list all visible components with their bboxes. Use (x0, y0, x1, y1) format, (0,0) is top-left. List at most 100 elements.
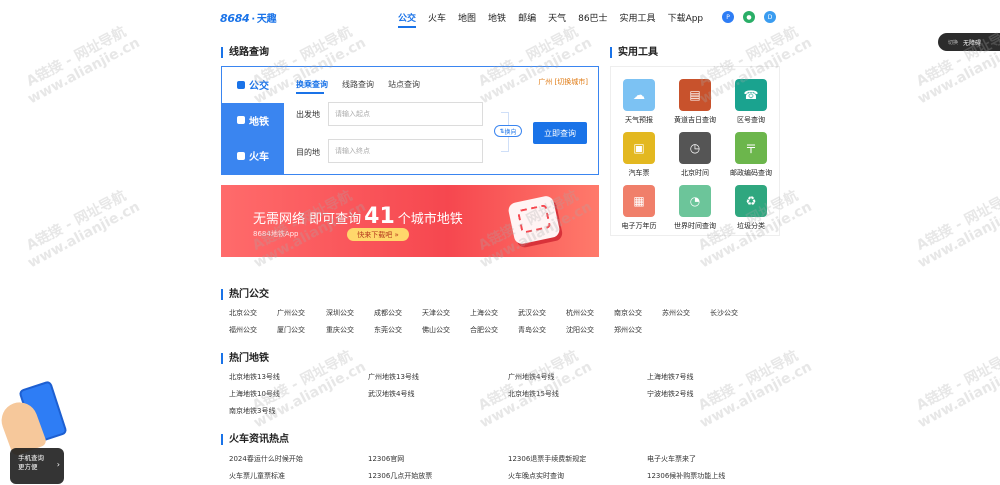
hot-metro-link[interactable]: 宁波地铁2号线 (647, 389, 693, 399)
from-input[interactable]: 请输入起点 (328, 102, 483, 126)
train-news-link[interactable]: 火车晚点实时查询 (508, 471, 564, 481)
hot-metro-link[interactable]: 北京地铁13号线 (229, 372, 280, 382)
banner-headline: 无需网络 即可查询 41 个城市地铁 (253, 204, 463, 229)
hot-metro-link[interactable]: 北京地铁15号线 (508, 389, 559, 399)
tool-almanac[interactable]: ▤ 黄道吉日查询 (667, 79, 723, 125)
mode-tab-bus[interactable]: 公交 (222, 67, 284, 103)
watermark: A链接 - 网址导航 www.alianjie.cn (908, 185, 1000, 271)
tool-area-code[interactable]: ☎ 区号查询 (723, 79, 779, 125)
train-news-link[interactable]: 火车票儿童票标准 (229, 471, 285, 481)
hot-metro-link[interactable]: 武汉地铁4号线 (368, 389, 414, 399)
accessibility-tab[interactable]: 切换 无障碍 (938, 33, 1000, 51)
wechat-icon[interactable]: ● (743, 11, 755, 23)
hot-bus-link[interactable]: 南京公交 (614, 308, 642, 318)
tools-panel: ☁ 天气预报 ▤ 黄道吉日查询 ☎ 区号查询 ▣ 汽车票 ◷ 北京时间 〒 邮政… (610, 66, 780, 236)
tool-bus-ticket[interactable]: ▣ 汽车票 (611, 132, 667, 178)
trash-icon: ♻ (735, 185, 767, 217)
tool-beijing-time[interactable]: ◷ 北京时间 (667, 132, 723, 178)
mode-tab-label: 公交 (249, 81, 269, 93)
nav-tools[interactable]: 实用工具 (620, 11, 656, 24)
train-news-link[interactable]: 电子火车票来了 (647, 454, 696, 464)
hot-bus-link[interactable]: 深圳公交 (326, 308, 354, 318)
watermark-line1: A链接 - 网址导航 (913, 347, 1000, 414)
tool-label: 世界时间查询 (674, 222, 716, 230)
tool-world-time[interactable]: ◔ 世界时间查询 (667, 185, 723, 231)
metro-icon (237, 116, 245, 125)
nav-postcode[interactable]: 邮编 (518, 11, 536, 24)
to-input[interactable]: 请输入终点 (328, 139, 483, 163)
phone-icon: ☎ (735, 79, 767, 111)
tool-postal-code[interactable]: 〒 邮政编码查询 (723, 132, 779, 178)
hot-bus-link[interactable]: 武汉公交 (518, 308, 546, 318)
top-header: 8684 · 天趣 公交 火车 地图 地铁 邮编 天气 86巴士 实用工具 下载Ap… (0, 0, 1000, 34)
train-news-link[interactable]: 12306候补购票功能上线 (647, 471, 725, 481)
from-label: 出发地 (296, 110, 320, 119)
train-news-title: 火车资讯热点 (221, 434, 289, 445)
subtab-transfer[interactable]: 换乘查询 (296, 79, 328, 94)
d-icon[interactable]: D (764, 11, 776, 23)
tool-garbage[interactable]: ♻ 垃圾分类 (723, 185, 779, 231)
subtab-station[interactable]: 站点查询 (388, 79, 420, 90)
nav-86bus[interactable]: 86巴士 (578, 11, 607, 24)
train-news-link[interactable]: 12306几点开始放票 (368, 471, 432, 481)
hot-bus-link[interactable]: 东莞公交 (374, 325, 402, 335)
hot-bus-link[interactable]: 广州公交 (277, 308, 305, 318)
hot-bus-link[interactable]: 长沙公交 (710, 308, 738, 318)
hot-bus-link[interactable]: 天津公交 (422, 308, 450, 318)
hot-bus-link[interactable]: 上海公交 (470, 308, 498, 318)
hot-bus-link[interactable]: 杭州公交 (566, 308, 594, 318)
weather-icon: ☁ (623, 79, 655, 111)
hot-bus-link[interactable]: 苏州公交 (662, 308, 690, 318)
tool-calendar[interactable]: ▦ 电子万年历 (611, 185, 667, 231)
hot-bus-link[interactable]: 沈阳公交 (566, 325, 594, 335)
mobile-promo-float[interactable]: 手机查询 更方便 › (0, 380, 70, 485)
route-subtabs: 换乘查询 线路查询 站点查询 (296, 79, 434, 94)
nav-bus[interactable]: 公交 (398, 11, 417, 28)
mode-tab-metro[interactable]: 地铁 (222, 103, 284, 139)
hot-bus-link[interactable]: 厦门公交 (277, 325, 305, 335)
p-icon[interactable]: P (722, 11, 734, 23)
hot-bus-link[interactable]: 合肥公交 (470, 325, 498, 335)
nav-map[interactable]: 地图 (458, 11, 476, 24)
train-news-link[interactable]: 2024春运什么时候开始 (229, 454, 303, 464)
swap-button[interactable]: ⇅ 换向 (494, 125, 522, 137)
subtab-line[interactable]: 线路查询 (342, 79, 374, 90)
tool-weather[interactable]: ☁ 天气预报 (611, 79, 667, 125)
hot-metro-link[interactable]: 广州地铁4号线 (508, 372, 554, 382)
clock-icon: ◷ (679, 132, 711, 164)
city-switcher[interactable]: 广州 [切换城市] (538, 77, 588, 87)
chevron-right-icon: › (56, 460, 60, 469)
train-news-link[interactable]: 12306官网 (368, 454, 404, 464)
logo-sub-text: 天趣 (256, 14, 277, 25)
hot-bus-link[interactable]: 青岛公交 (518, 325, 546, 335)
hot-bus-link[interactable]: 福州公交 (229, 325, 257, 335)
hot-bus-link[interactable]: 重庆公交 (326, 325, 354, 335)
hot-bus-link[interactable]: 成都公交 (374, 308, 402, 318)
nav-metro[interactable]: 地铁 (488, 11, 506, 24)
watermark: A链接 - 网址导航 www.alianjie.cn (690, 345, 815, 431)
accessibility-tab-label: 无障碍 (963, 39, 982, 47)
hot-bus-title: 热门公交 (221, 289, 269, 300)
bus-icon: ▣ (623, 132, 655, 164)
mode-tab-train[interactable]: 火车 (222, 138, 284, 174)
banner-download-button[interactable]: 快来下载吧 » (347, 228, 409, 241)
site-logo[interactable]: 8684 · 天趣 (220, 10, 277, 25)
logo-main-text: 8684 (220, 12, 250, 25)
hot-bus-link[interactable]: 北京公交 (229, 308, 257, 318)
calendar-icon: ▦ (623, 185, 655, 217)
tool-label: 北京时间 (681, 169, 709, 177)
mobile-promo-label: 手机查询 更方便 › (10, 448, 64, 484)
hot-metro-link[interactable]: 上海地铁10号线 (229, 389, 280, 399)
query-button[interactable]: 立即查询 (533, 122, 587, 144)
nav-download-app[interactable]: 下载App (668, 11, 704, 24)
hot-metro-link[interactable]: 南京地铁3号线 (229, 406, 275, 416)
nav-weather[interactable]: 天气 (548, 11, 566, 24)
nav-train[interactable]: 火车 (428, 11, 446, 24)
hot-metro-title: 热门地铁 (221, 353, 269, 364)
hot-bus-link[interactable]: 郑州公交 (614, 325, 642, 335)
metro-app-banner[interactable]: 无需网络 即可查询 41 个城市地铁 8684地铁App 快来下载吧 » (221, 185, 599, 257)
hot-metro-link[interactable]: 广州地铁13号线 (368, 372, 419, 382)
train-news-link[interactable]: 12306退票手续费新规定 (508, 454, 586, 464)
hot-metro-link[interactable]: 上海地铁7号线 (647, 372, 693, 382)
hot-bus-link[interactable]: 佛山公交 (422, 325, 450, 335)
